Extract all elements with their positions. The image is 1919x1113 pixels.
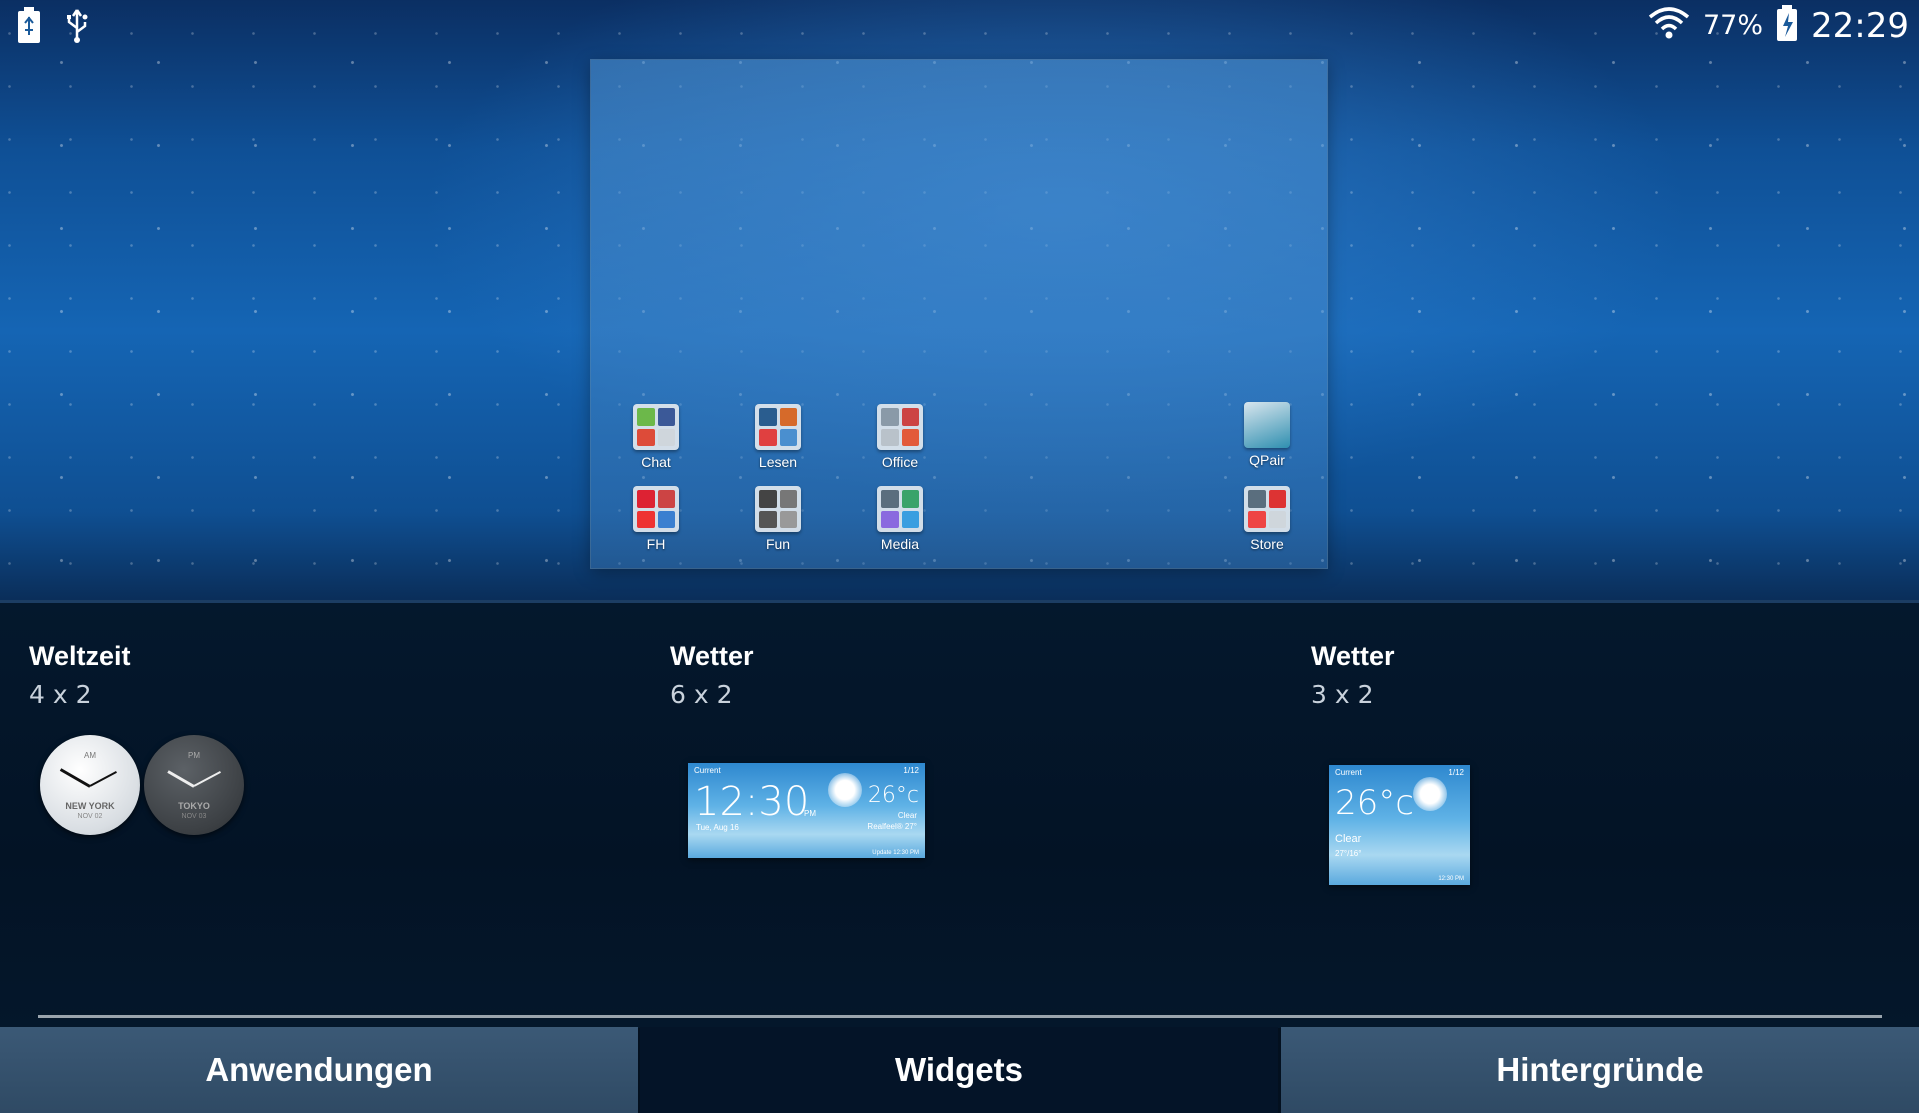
tab-anwendungen[interactable]: Anwendungen [0,1027,638,1113]
widget-title: Wetter [1311,641,1395,671]
page-indicator: 1/12 [1448,768,1464,777]
clock-new-york[interactable]: AM NEW YORK NOV 02 [40,735,140,835]
clock-hour-hand [59,768,91,788]
chat-folder-icon [633,404,679,450]
widget-weather-6x2[interactable]: Wetter 6 x 2 [670,641,754,709]
app-label: Store [1250,536,1284,552]
clock-minute-hand [193,771,221,787]
tabs-divider [38,1015,1882,1018]
clock-city: TOKYO [178,801,210,811]
clock-date: NOV 02 [77,813,103,820]
app-label: Chat [641,454,671,470]
media-folder-icon [877,486,923,532]
widget-size: 6 x 2 [670,680,733,709]
battery-charging-icon [1775,4,1799,47]
usb-icon [64,6,90,49]
location-label: Current [1335,768,1362,777]
tab-widgets[interactable]: Widgets [640,1027,1278,1113]
app-store-folder[interactable]: Store [1222,486,1312,552]
app-label: FH [646,536,666,552]
lesen-folder-icon [755,404,801,450]
app-office-folder[interactable]: Office [855,404,945,470]
app-label: Lesen [758,454,798,470]
weather-realfeel: Realfeel® 27° [867,822,917,831]
app-media-folder[interactable]: Media [855,486,945,552]
app-label: Office [881,454,919,470]
store-folder-icon [1244,486,1290,532]
tab-hintergruende[interactable]: Hintergründe [1281,1027,1919,1113]
weather-updated: 12:30 PM [1438,876,1464,882]
weather-preview-3x2[interactable]: Current 1/12 26°c Clear 27°/16° 12:30 PM [1329,765,1470,885]
app-label: Fun [765,536,791,552]
sun-icon [828,773,862,807]
widget-weather-3x2[interactable]: Wetter 3 x 2 [1311,641,1395,709]
weather-preview-6x2[interactable]: Current 1/12 12:30 PM Tue, Aug 16 26°c C… [688,763,925,858]
fh-folder-icon [633,486,679,532]
weather-updated: Update 12:30 PM [872,850,919,856]
clock-ampm: PM [188,751,200,760]
weather-minmax: 27°/16° [1335,849,1362,858]
clock-minute-hand [89,771,117,787]
widget-size: 3 x 2 [1311,680,1374,709]
page-indicator: 1/12 [903,766,919,775]
app-label: Media [880,536,920,552]
fun-folder-icon [755,486,801,532]
app-fun-folder[interactable]: Fun [733,486,823,552]
office-folder-icon [877,404,923,450]
widget-title: Weltzeit [29,641,131,671]
battery-percent: 77% [1703,10,1764,41]
location-label: Current [694,766,721,775]
clock-tokyo[interactable]: PM TOKYO NOV 03 [144,735,244,835]
app-chat-folder[interactable]: Chat [611,404,701,470]
status-bar: 77% 22:29 [0,0,1919,52]
app-label: QPair [1249,452,1285,468]
widget-size: 4 x 2 [29,680,92,709]
app-fh-folder[interactable]: FH [611,486,701,552]
clock-hour-hand [167,770,195,788]
clock-city: NEW YORK [65,801,115,811]
clock-ampm: AM [84,751,96,760]
widget-world-clock[interactable]: Weltzeit 4 x 2 [29,641,131,709]
battery-usb-icon [16,6,42,49]
qpair-icon [1244,402,1290,448]
sun-icon [1413,777,1447,811]
weather-temp: 26°c [1335,783,1414,823]
weather-condition: Clear [897,811,917,820]
time-suffix: PM [804,809,816,818]
weather-condition: Clear [1335,833,1362,845]
weather-temp: 26°c [867,783,919,808]
app-lesen-folder[interactable]: Lesen [733,404,823,470]
widgets-panel: Weltzeit 4 x 2 AM NEW YORK NOV 02 PM TOK… [0,603,1919,1028]
app-qpair[interactable]: QPair [1222,402,1312,468]
home-screen-preview[interactable]: Chat Lesen Office QPair FH Fun Media Sto… [591,60,1327,568]
clock-date: NOV 03 [181,813,207,820]
widget-title: Wetter [670,641,754,671]
weather-time: 12:30 [694,779,810,825]
weather-date: Tue, Aug 16 [696,823,739,832]
clock-time: 22:29 [1811,5,1909,46]
wifi-icon [1647,5,1691,46]
